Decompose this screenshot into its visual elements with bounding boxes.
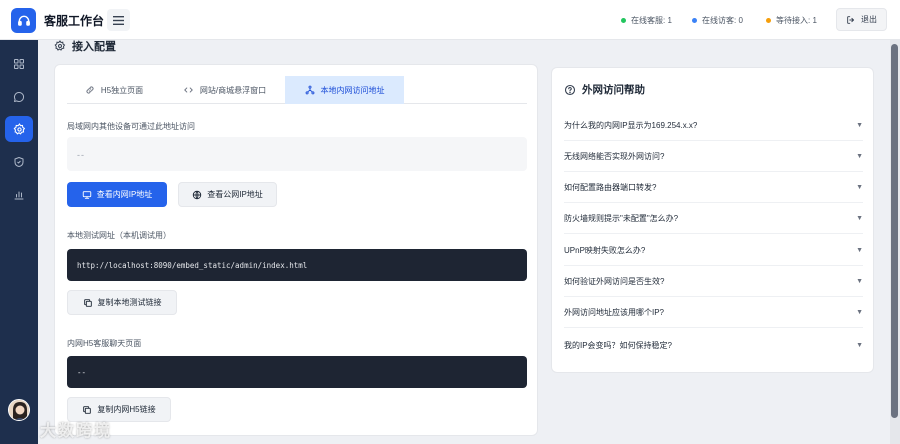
- bar-chart-icon: [14, 191, 24, 200]
- logout-button[interactable]: 退出: [836, 8, 887, 31]
- gear-icon: [13, 122, 25, 135]
- faq-item[interactable]: 无线网络能否实现外网访问? ▼: [564, 141, 863, 172]
- chevron-down-icon: ▼: [856, 246, 863, 254]
- page-title: 接入配置: [54, 38, 116, 54]
- tab-floating-window[interactable]: 网站/商城悬浮窗口: [167, 76, 282, 104]
- link-icon: [86, 86, 94, 94]
- user-avatar-icon: [9, 400, 29, 420]
- lan-address-label: 局域网内其他设备可通过此地址访问: [67, 122, 195, 131]
- chevron-down-icon: ▼: [856, 277, 863, 285]
- faq-item[interactable]: 如何配置路由器端口转发? ▼: [564, 172, 863, 203]
- app-title: 客服工作台: [44, 14, 105, 28]
- help-title: 外网访问帮助: [564, 82, 645, 97]
- code-icon: [184, 87, 193, 93]
- tab-h5-page[interactable]: H5独立页面: [67, 76, 161, 104]
- globe-icon: [193, 190, 202, 199]
- chevron-down-icon: ▼: [856, 308, 863, 316]
- tab-lan-address[interactable]: 本地内网访问地址: [285, 76, 404, 104]
- status-dot: [621, 18, 626, 23]
- status-dot: [766, 18, 771, 23]
- top-header: 客服工作台 在线客服: 1 在线访客: 0 等待接入: 1 退出: [0, 0, 900, 40]
- faq-item[interactable]: 我的IP会变吗？如何保持稳定? ▼: [564, 330, 863, 361]
- view-public-ip-button[interactable]: 查看公网IP地址: [178, 182, 277, 207]
- lan-address-value: --: [67, 137, 527, 171]
- sidebar-item-chat[interactable]: [5, 84, 33, 110]
- monitor-icon: [82, 190, 91, 199]
- faq-item[interactable]: 如何验证外网访问是否生效? ▼: [564, 266, 863, 297]
- view-lan-ip-button[interactable]: 查看内网IP地址: [67, 182, 167, 207]
- tab-bar: H5独立页面 网站/商城悬浮窗口 本地内网访问地址: [67, 76, 527, 104]
- copy-icon: [83, 298, 92, 307]
- copy-local-test-link-button[interactable]: 复制本地测试链接: [67, 290, 177, 315]
- copy-icon: [83, 405, 92, 414]
- sidebar-item-security[interactable]: [5, 149, 33, 175]
- dashboard-icon: [14, 59, 24, 69]
- local-test-label: 本地测试网址（本机调试用）: [67, 231, 171, 240]
- chat-icon: [14, 91, 25, 102]
- external-access-help-card: 外网访问帮助 为什么我的内网IP显示为169.254.x.x? ▼ 无线网络能否…: [551, 67, 874, 373]
- faq-item[interactable]: UPnP映射失败怎么办? ▼: [564, 235, 863, 266]
- chevron-down-icon: ▼: [856, 121, 863, 129]
- logout-icon: [847, 15, 854, 24]
- headset-logo-icon: [11, 8, 36, 33]
- scrollbar-thumb[interactable]: [891, 44, 898, 418]
- network-icon: [305, 85, 314, 95]
- status-dot: [692, 18, 697, 23]
- faq-item[interactable]: 外网访问地址应该用哪个IP? ▼: [564, 297, 863, 328]
- sidebar-item-dashboard[interactable]: [5, 51, 33, 77]
- access-config-card: H5独立页面 网站/商城悬浮窗口 本地内网访问地址 局域网内其他设备可通过此地址…: [54, 64, 538, 436]
- avatar[interactable]: [8, 399, 30, 421]
- local-test-url: http://localhost:8090/embed_static/admin…: [67, 249, 527, 281]
- faq-item[interactable]: 为什么我的内网IP显示为169.254.x.x? ▼: [564, 110, 863, 141]
- chevron-down-icon: ▼: [856, 183, 863, 191]
- lan-h5-label: 内网H5客服聊天页面: [67, 339, 142, 348]
- gear-icon: [54, 40, 66, 51]
- lan-h5-value: --: [67, 356, 527, 388]
- stat-online-agents: 在线客服: 1: [621, 15, 672, 26]
- chevron-down-icon: ▼: [856, 342, 863, 349]
- sidebar: [0, 40, 38, 444]
- shield-icon: [14, 157, 24, 167]
- chevron-down-icon: ▼: [856, 152, 863, 160]
- help-circle-icon: [564, 84, 576, 95]
- faq-item[interactable]: 防火墙规则提示"未配置"怎么办? ▼: [564, 203, 863, 234]
- stat-waiting: 等待接入: 1: [766, 15, 817, 26]
- watermark: 大数跨境: [40, 423, 113, 440]
- sidebar-item-statistics[interactable]: [5, 182, 33, 208]
- stat-online-visitors: 在线访客: 0: [692, 15, 743, 26]
- menu-toggle-button[interactable]: [107, 9, 130, 31]
- chevron-down-icon: ▼: [856, 214, 863, 222]
- hamburger-icon: [113, 15, 124, 25]
- sidebar-item-settings[interactable]: [5, 116, 33, 142]
